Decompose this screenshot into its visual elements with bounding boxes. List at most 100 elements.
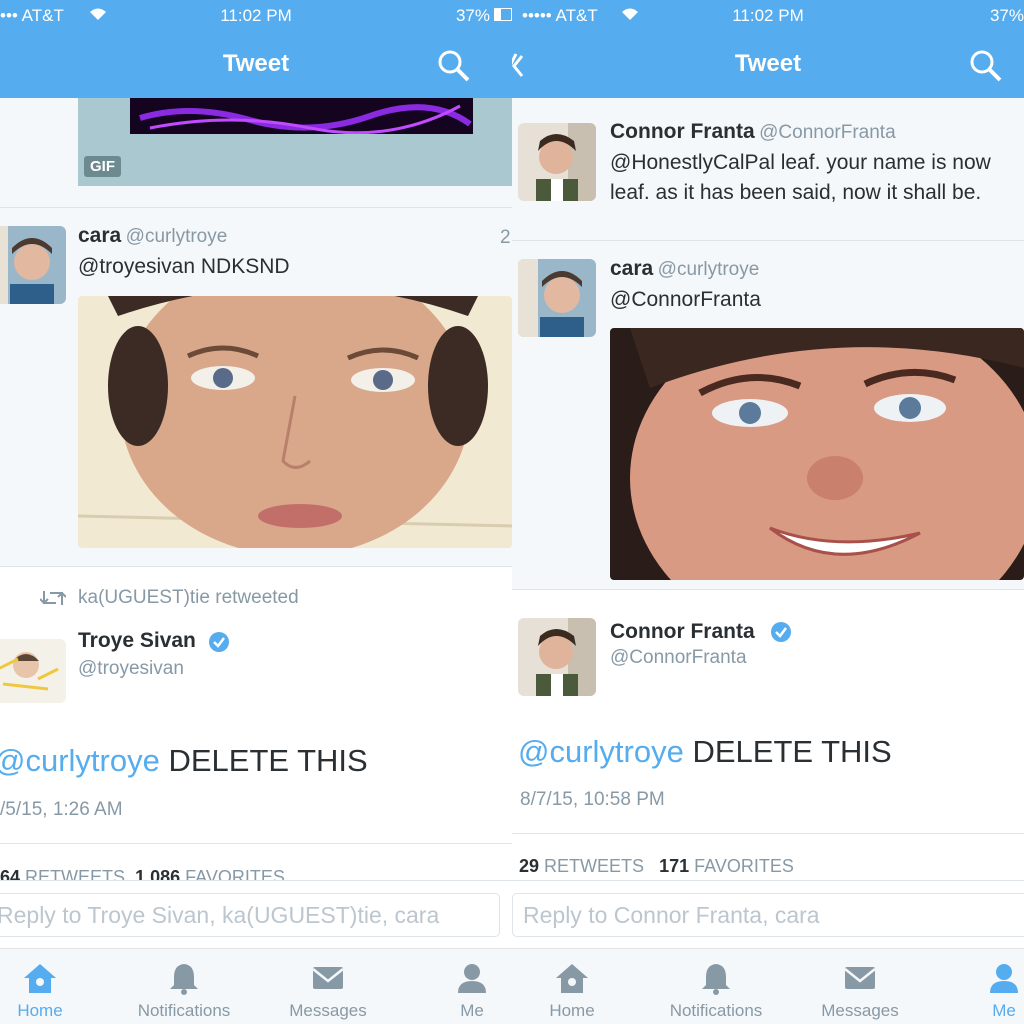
- tweet-author-handle[interactable]: @curlytroye: [658, 259, 760, 280]
- detail-body: DELETE THIS: [683, 734, 892, 769]
- home-icon: [24, 964, 56, 993]
- screenshot-composite: GIF cara @curlytroye 2 @troyesivan NDKSN…: [0, 0, 1024, 1024]
- face-photo-graphic: [610, 328, 1024, 580]
- gif-badge: GIF: [84, 156, 121, 177]
- gif-content-graphic: [130, 98, 473, 135]
- status-bar: ••••• AT&T 11:02 PM 37%: [512, 6, 1024, 26]
- person-icon: [990, 964, 1018, 993]
- tweet-author-handle[interactable]: @ConnorFranta: [759, 122, 896, 143]
- tweet-author-handle[interactable]: @curlytroye: [126, 226, 228, 247]
- tab-home[interactable]: Home: [0, 949, 95, 1024]
- tweet-detail: ka(UGUEST)tie retweeted Troye Sivan @tro…: [0, 567, 512, 887]
- tweet-cara[interactable]: cara @curlytroye @ConnorFranta: [512, 241, 1024, 589]
- tweet-detail: Connor Franta @ConnorFranta @curlytroye …: [512, 590, 1024, 880]
- search-icon[interactable]: [968, 48, 1004, 84]
- detail-text: @curlytroye DELETE THIS: [518, 734, 892, 770]
- avatar-image: [0, 639, 66, 703]
- previous-tweet: GIF: [0, 98, 512, 208]
- envelope-icon: [312, 967, 344, 989]
- tab-notifications[interactable]: Notifications: [129, 949, 239, 1024]
- status-time: 11:02 PM: [732, 6, 804, 25]
- left-screen: GIF cara @curlytroye 2 @troyesivan NDKSN…: [0, 0, 512, 1024]
- tab-messages[interactable]: Messages: [273, 949, 383, 1024]
- avatar-image: [518, 618, 596, 696]
- home-icon: [556, 964, 588, 993]
- divider: [0, 843, 512, 844]
- avatar[interactable]: [0, 226, 66, 304]
- favorites-count[interactable]: 171: [659, 856, 689, 876]
- tab-label: Messages: [289, 1001, 367, 1020]
- retweets-count[interactable]: 29: [519, 856, 539, 876]
- author-handle[interactable]: @ConnorFranta: [610, 647, 747, 669]
- tab-label: Notifications: [137, 1001, 231, 1020]
- author-name[interactable]: Troye Sivan: [78, 629, 196, 653]
- detail-timestamp: 8/7/15, 10:58 PM: [520, 789, 665, 810]
- author-avatar[interactable]: [0, 639, 66, 703]
- tab-messages[interactable]: Messages: [805, 949, 915, 1024]
- retweet-note[interactable]: ka(UGUEST)tie retweeted: [78, 587, 299, 609]
- tab-bar: Home Notifications Messages Me: [0, 948, 512, 1024]
- gif-media[interactable]: GIF: [78, 98, 512, 186]
- tab-label: Me: [992, 1001, 1016, 1020]
- verified-badge-icon: [208, 631, 230, 658]
- bell-icon: [702, 964, 730, 995]
- tweet-author-name[interactable]: cara: [610, 257, 653, 280]
- tweet-parent[interactable]: Connor Franta @ConnorFranta @HonestlyCal…: [512, 98, 1024, 240]
- reply-bar: Reply to Connor Franta, cara: [512, 880, 1024, 948]
- author-name[interactable]: Connor Franta: [610, 620, 755, 644]
- battery-icon: [494, 8, 512, 21]
- search-icon[interactable]: [436, 48, 472, 84]
- mention-link[interactable]: @curlytroye: [0, 743, 160, 778]
- reply-input[interactable]: Reply to Troye Sivan, ka(UGUEST)tie, car…: [0, 893, 500, 937]
- retweet-icon: [39, 589, 67, 612]
- face-photo-graphic: [78, 296, 512, 548]
- author-avatar[interactable]: [518, 618, 596, 696]
- author-handle[interactable]: @troyesivan: [78, 658, 184, 680]
- top-bar: ••• AT&T 11:02 PM 37% Tweet: [0, 0, 512, 98]
- top-bar: ••••• AT&T 11:02 PM 37% Tweet: [512, 0, 1024, 98]
- tab-label: Notifications: [669, 1001, 763, 1020]
- nav-title: Tweet: [734, 50, 802, 77]
- tweet-photo[interactable]: [610, 328, 1024, 580]
- tweet-author-name[interactable]: cara: [78, 224, 121, 247]
- tab-label: Home: [549, 1001, 595, 1020]
- avatar-image: [518, 123, 596, 201]
- battery-percent: 37%: [455, 6, 490, 25]
- reply-bar: Reply to Troye Sivan, ka(UGUEST)tie, car…: [0, 880, 512, 948]
- avatar[interactable]: [518, 259, 596, 337]
- tweet-photo[interactable]: [78, 296, 512, 548]
- tweet-text-line: leaf. as it has been said, now it shall …: [610, 181, 982, 204]
- detail-body: DELETE THIS: [159, 743, 368, 778]
- mention-link[interactable]: @curlytroye: [518, 734, 684, 769]
- avatar-image: [518, 259, 596, 337]
- battery-percent: 37%: [989, 6, 1024, 25]
- tab-notifications[interactable]: Notifications: [661, 949, 771, 1024]
- avatar-image: [0, 226, 66, 304]
- retweets-label[interactable]: RETWEETS: [544, 856, 644, 876]
- tweet-text: @troyesivan NDKSND: [78, 255, 290, 278]
- tweet-cara[interactable]: cara @curlytroye 2 @troyesivan NDKSND: [0, 208, 512, 566]
- status-bar: ••• AT&T 11:02 PM 37%: [0, 6, 512, 26]
- detail-timestamp: /5/15, 1:26 AM: [0, 799, 123, 820]
- gif-frame: [130, 98, 473, 135]
- bell-icon: [170, 964, 198, 995]
- tab-me[interactable]: Me: [417, 949, 512, 1024]
- tab-home[interactable]: Home: [517, 949, 627, 1024]
- right-screen: Connor Franta @ConnorFranta @HonestlyCal…: [512, 0, 1024, 1024]
- avatar[interactable]: [518, 123, 596, 201]
- tweet-text: @ConnorFranta: [610, 288, 761, 311]
- favorites-label[interactable]: FAVORITES: [694, 856, 794, 876]
- tweet-text-line: @HonestlyCalPal leaf. your name is now: [610, 151, 991, 174]
- envelope-icon: [844, 967, 876, 989]
- tweet-time: 2: [500, 227, 511, 248]
- verified-badge-icon: [770, 621, 792, 648]
- tab-me[interactable]: Me: [949, 949, 1024, 1024]
- tweet-author-name[interactable]: Connor Franta: [610, 120, 755, 143]
- detail-counts: 29 RETWEETS 171 FAVORITES: [519, 856, 794, 877]
- tab-label: Me: [460, 1001, 484, 1020]
- status-time: 11:02 PM: [220, 6, 292, 25]
- reply-input[interactable]: Reply to Connor Franta, cara: [512, 893, 1024, 937]
- tab-label: Messages: [821, 1001, 899, 1020]
- person-icon: [458, 964, 486, 993]
- tab-bar: Home Notifications Messages Me: [512, 948, 1024, 1024]
